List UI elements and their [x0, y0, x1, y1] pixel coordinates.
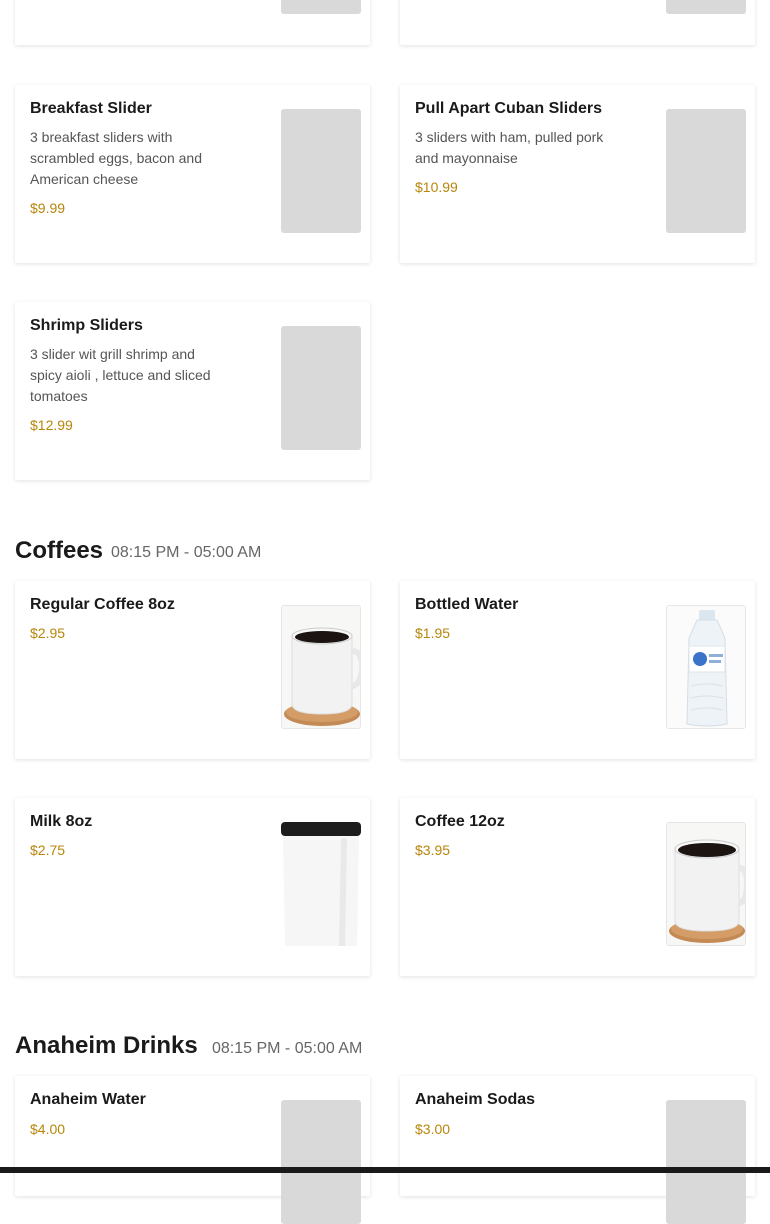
item-image-placeholder — [281, 109, 361, 233]
item-description: 3 slider wit grill shrimp and spicy aiol… — [30, 346, 211, 404]
item-image-placeholder — [666, 0, 746, 14]
item-description: 3 sliders with ham, pulled pork and mayo… — [415, 129, 604, 166]
coffee-mug-icon — [281, 605, 361, 729]
item-price: $9.99 — [30, 200, 66, 216]
section-title-coffees: Coffees — [15, 537, 104, 564]
milk-cup-icon — [281, 822, 361, 946]
coffee-mug-icon — [666, 822, 746, 946]
menu-item-card-partial[interactable] — [400, 0, 755, 45]
menu-item-card[interactable]: Pull Apart Cuban Sliders 3 sliders with … — [400, 85, 755, 263]
menu-item-card[interactable]: Shrimp Sliders 3 slider wit grill shrimp… — [15, 302, 370, 480]
item-image-placeholder — [666, 109, 746, 233]
item-description: 3 breakfast sliders with scrambled eggs,… — [30, 129, 202, 187]
menu-item-card-partial[interactable] — [15, 0, 370, 45]
item-name: Milk 8oz — [30, 813, 93, 830]
section-hours: 08:15 PM - 05:00 AM — [111, 544, 262, 561]
menu-item-card[interactable]: Milk 8oz $2.75 — [15, 798, 370, 976]
item-price: $3.00 — [415, 1121, 451, 1137]
item-price: $2.75 — [30, 842, 66, 858]
item-name: Coffee 12oz — [415, 813, 505, 830]
item-image-placeholder — [281, 0, 361, 14]
item-price: $12.99 — [30, 417, 73, 433]
item-image-placeholder — [281, 1100, 361, 1224]
bottom-bar — [0, 1167, 770, 1173]
section-title-anaheim-drinks: Anaheim Drinks — [15, 1032, 198, 1059]
item-price: $10.99 — [415, 179, 458, 195]
menu-item-card[interactable]: Coffee 12oz $3.95 — [400, 798, 755, 976]
item-image-placeholder — [666, 1100, 746, 1224]
item-name: Bottled Water — [415, 596, 519, 613]
menu-item-card[interactable]: Anaheim Water $4.00 — [15, 1076, 370, 1224]
item-image-placeholder — [281, 326, 361, 450]
item-price: $2.95 — [30, 625, 66, 641]
item-name: Breakfast Slider — [30, 100, 152, 117]
item-name: Shrimp Sliders — [30, 317, 143, 334]
item-price: $4.00 — [30, 1121, 66, 1137]
item-price: $1.95 — [415, 625, 451, 641]
menu-item-card[interactable]: Anaheim Sodas $3.00 — [400, 1076, 755, 1224]
item-name: Anaheim Sodas — [415, 1091, 536, 1108]
item-price: $3.95 — [415, 842, 451, 858]
menu-item-card[interactable]: Bottled Water $1.95 — [400, 581, 755, 759]
item-name: Anaheim Water — [30, 1091, 146, 1108]
item-name: Regular Coffee 8oz — [30, 596, 175, 613]
water-bottle-icon — [666, 605, 746, 729]
menu-item-card[interactable]: Breakfast Slider 3 breakfast sliders wit… — [15, 85, 370, 263]
item-name: Pull Apart Cuban Sliders — [415, 100, 602, 117]
section-hours: 08:15 PM - 05:00 AM — [212, 1040, 363, 1057]
menu-item-card[interactable]: Regular Coffee 8oz $2.95 — [15, 581, 370, 759]
